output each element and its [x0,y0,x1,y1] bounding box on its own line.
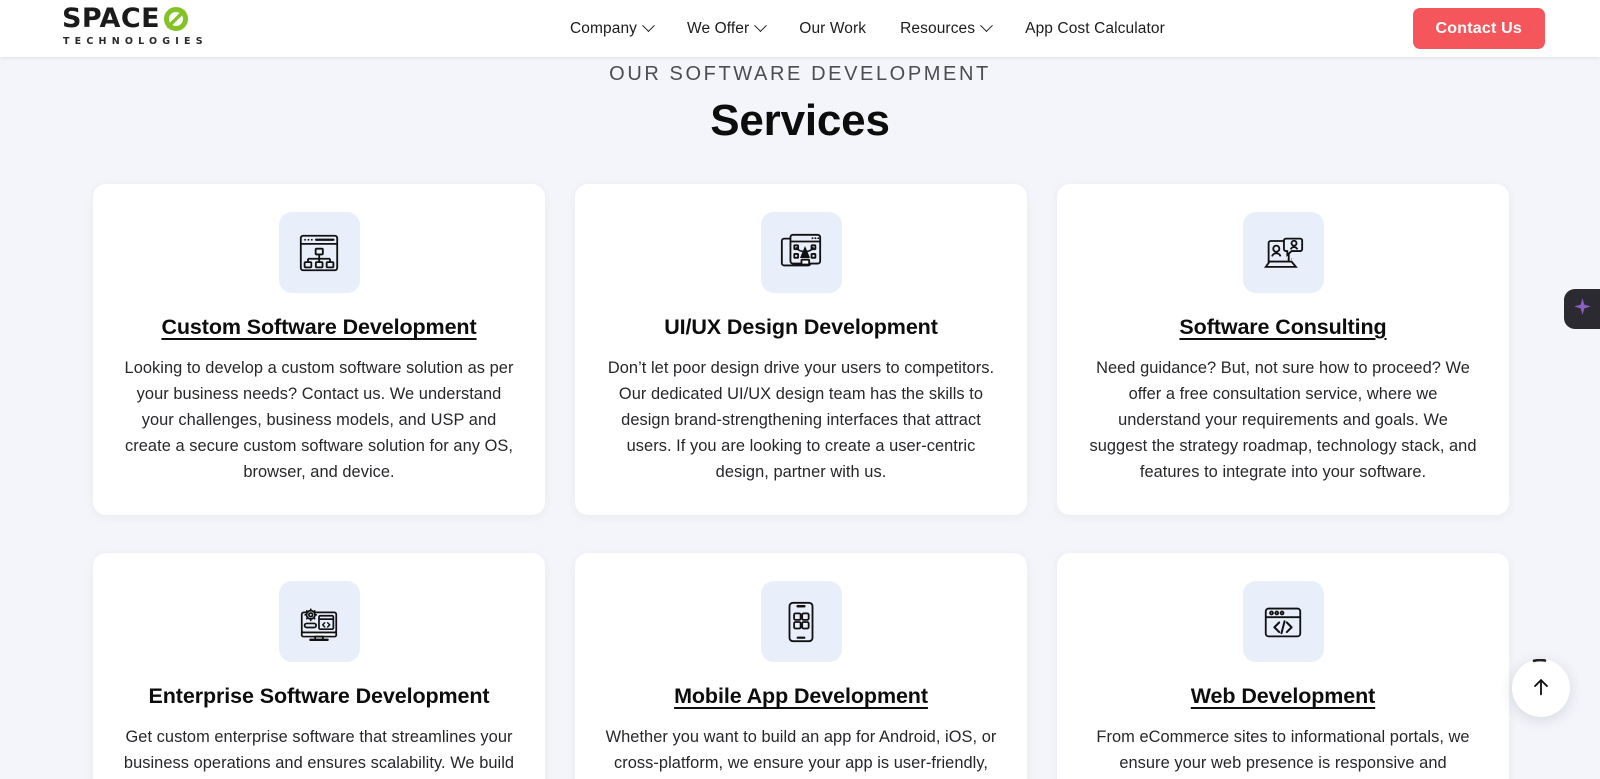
nav-label: App Cost Calculator [1025,19,1165,37]
card-description: Looking to develop a custom software sol… [124,359,514,481]
card-description: Whether you want to build an app for And… [605,728,997,772]
site-header: SPACE TECHNOLOGIES Company We Offer Our … [0,0,1600,57]
card-description: Get custom enterprise software that stre… [123,728,515,772]
card-description: Don’t let poor design drive your users t… [607,359,995,481]
card-description: Need guidance? But, not sure how to proc… [1089,359,1477,481]
card-title[interactable]: Enterprise Software Development [149,684,490,709]
service-card-software-consulting[interactable]: Software Consulting Need guidance? But, … [1057,184,1509,515]
section-eyebrow: OUR SOFTWARE DEVELOPMENT [609,63,991,85]
card-title[interactable]: Mobile App Development [674,684,928,709]
nav-item-app-cost-calculator[interactable]: App Cost Calculator [1025,20,1165,38]
service-card-mobile-app-development[interactable]: Mobile App Development Whether you want … [575,553,1027,779]
nav-item-our-work[interactable]: Our Work [799,20,866,38]
ai-assistant-tab[interactable] [1564,289,1600,329]
card-description: From eCommerce sites to informational po… [1096,728,1470,772]
sparkle-icon [1573,297,1592,321]
chevron-down-icon [980,19,993,33]
nav-item-company[interactable]: Company [570,19,655,38]
services-card-grid: Custom Software Development Looking to d… [93,184,1509,779]
laptop-consulting-icon [1242,212,1324,293]
nav-label: Our Work [799,19,867,37]
service-card-ui-ux-design-development[interactable]: UI/UX Design Development Don’t let poor … [575,184,1027,515]
logo-word: SPACE [62,3,160,34]
sitemap-browser-icon [278,212,360,293]
monitor-gear-code-icon [278,581,360,662]
main-navigation: Company We Offer Our Work Resources App … [570,0,1165,57]
card-title[interactable]: Custom Software Development [161,315,476,340]
nav-item-resources[interactable]: Resources [900,19,993,38]
services-section: OUR SOFTWARE DEVELOPMENT Services Custom… [0,57,1600,779]
nav-label: Resources [900,19,976,37]
logo[interactable]: SPACE TECHNOLOGIES [62,5,242,53]
browser-code-icon [1242,581,1324,662]
scroll-to-top-button[interactable] [1512,659,1570,717]
service-card-custom-software-development[interactable]: Custom Software Development Looking to d… [93,184,545,515]
logo-wordmark: SPACE [62,5,242,32]
card-title[interactable]: UI/UX Design Development [664,315,938,340]
chevron-down-icon [642,19,655,33]
nav-label: We Offer [687,19,750,37]
card-title[interactable]: Software Consulting [1179,315,1386,340]
service-card-web-development[interactable]: Web Development From eCommerce sites to … [1057,553,1509,779]
card-title[interactable]: Web Development [1191,684,1376,709]
arrow-up-icon [1530,676,1552,701]
nav-label: Company [570,19,638,37]
design-pen-tool-icon [760,212,842,293]
contact-us-button[interactable]: Contact Us [1412,8,1545,49]
page-title: Services [710,96,890,145]
nav-item-we-offer[interactable]: We Offer [687,19,768,38]
service-card-enterprise-software-development[interactable]: Enterprise Software Development Get cust… [93,553,545,779]
slashed-circle-logo-mark-icon [163,6,189,32]
chevron-down-icon [754,19,768,33]
mobile-apps-grid-icon [760,581,842,662]
logo-tagline: TECHNOLOGIES [63,36,208,47]
